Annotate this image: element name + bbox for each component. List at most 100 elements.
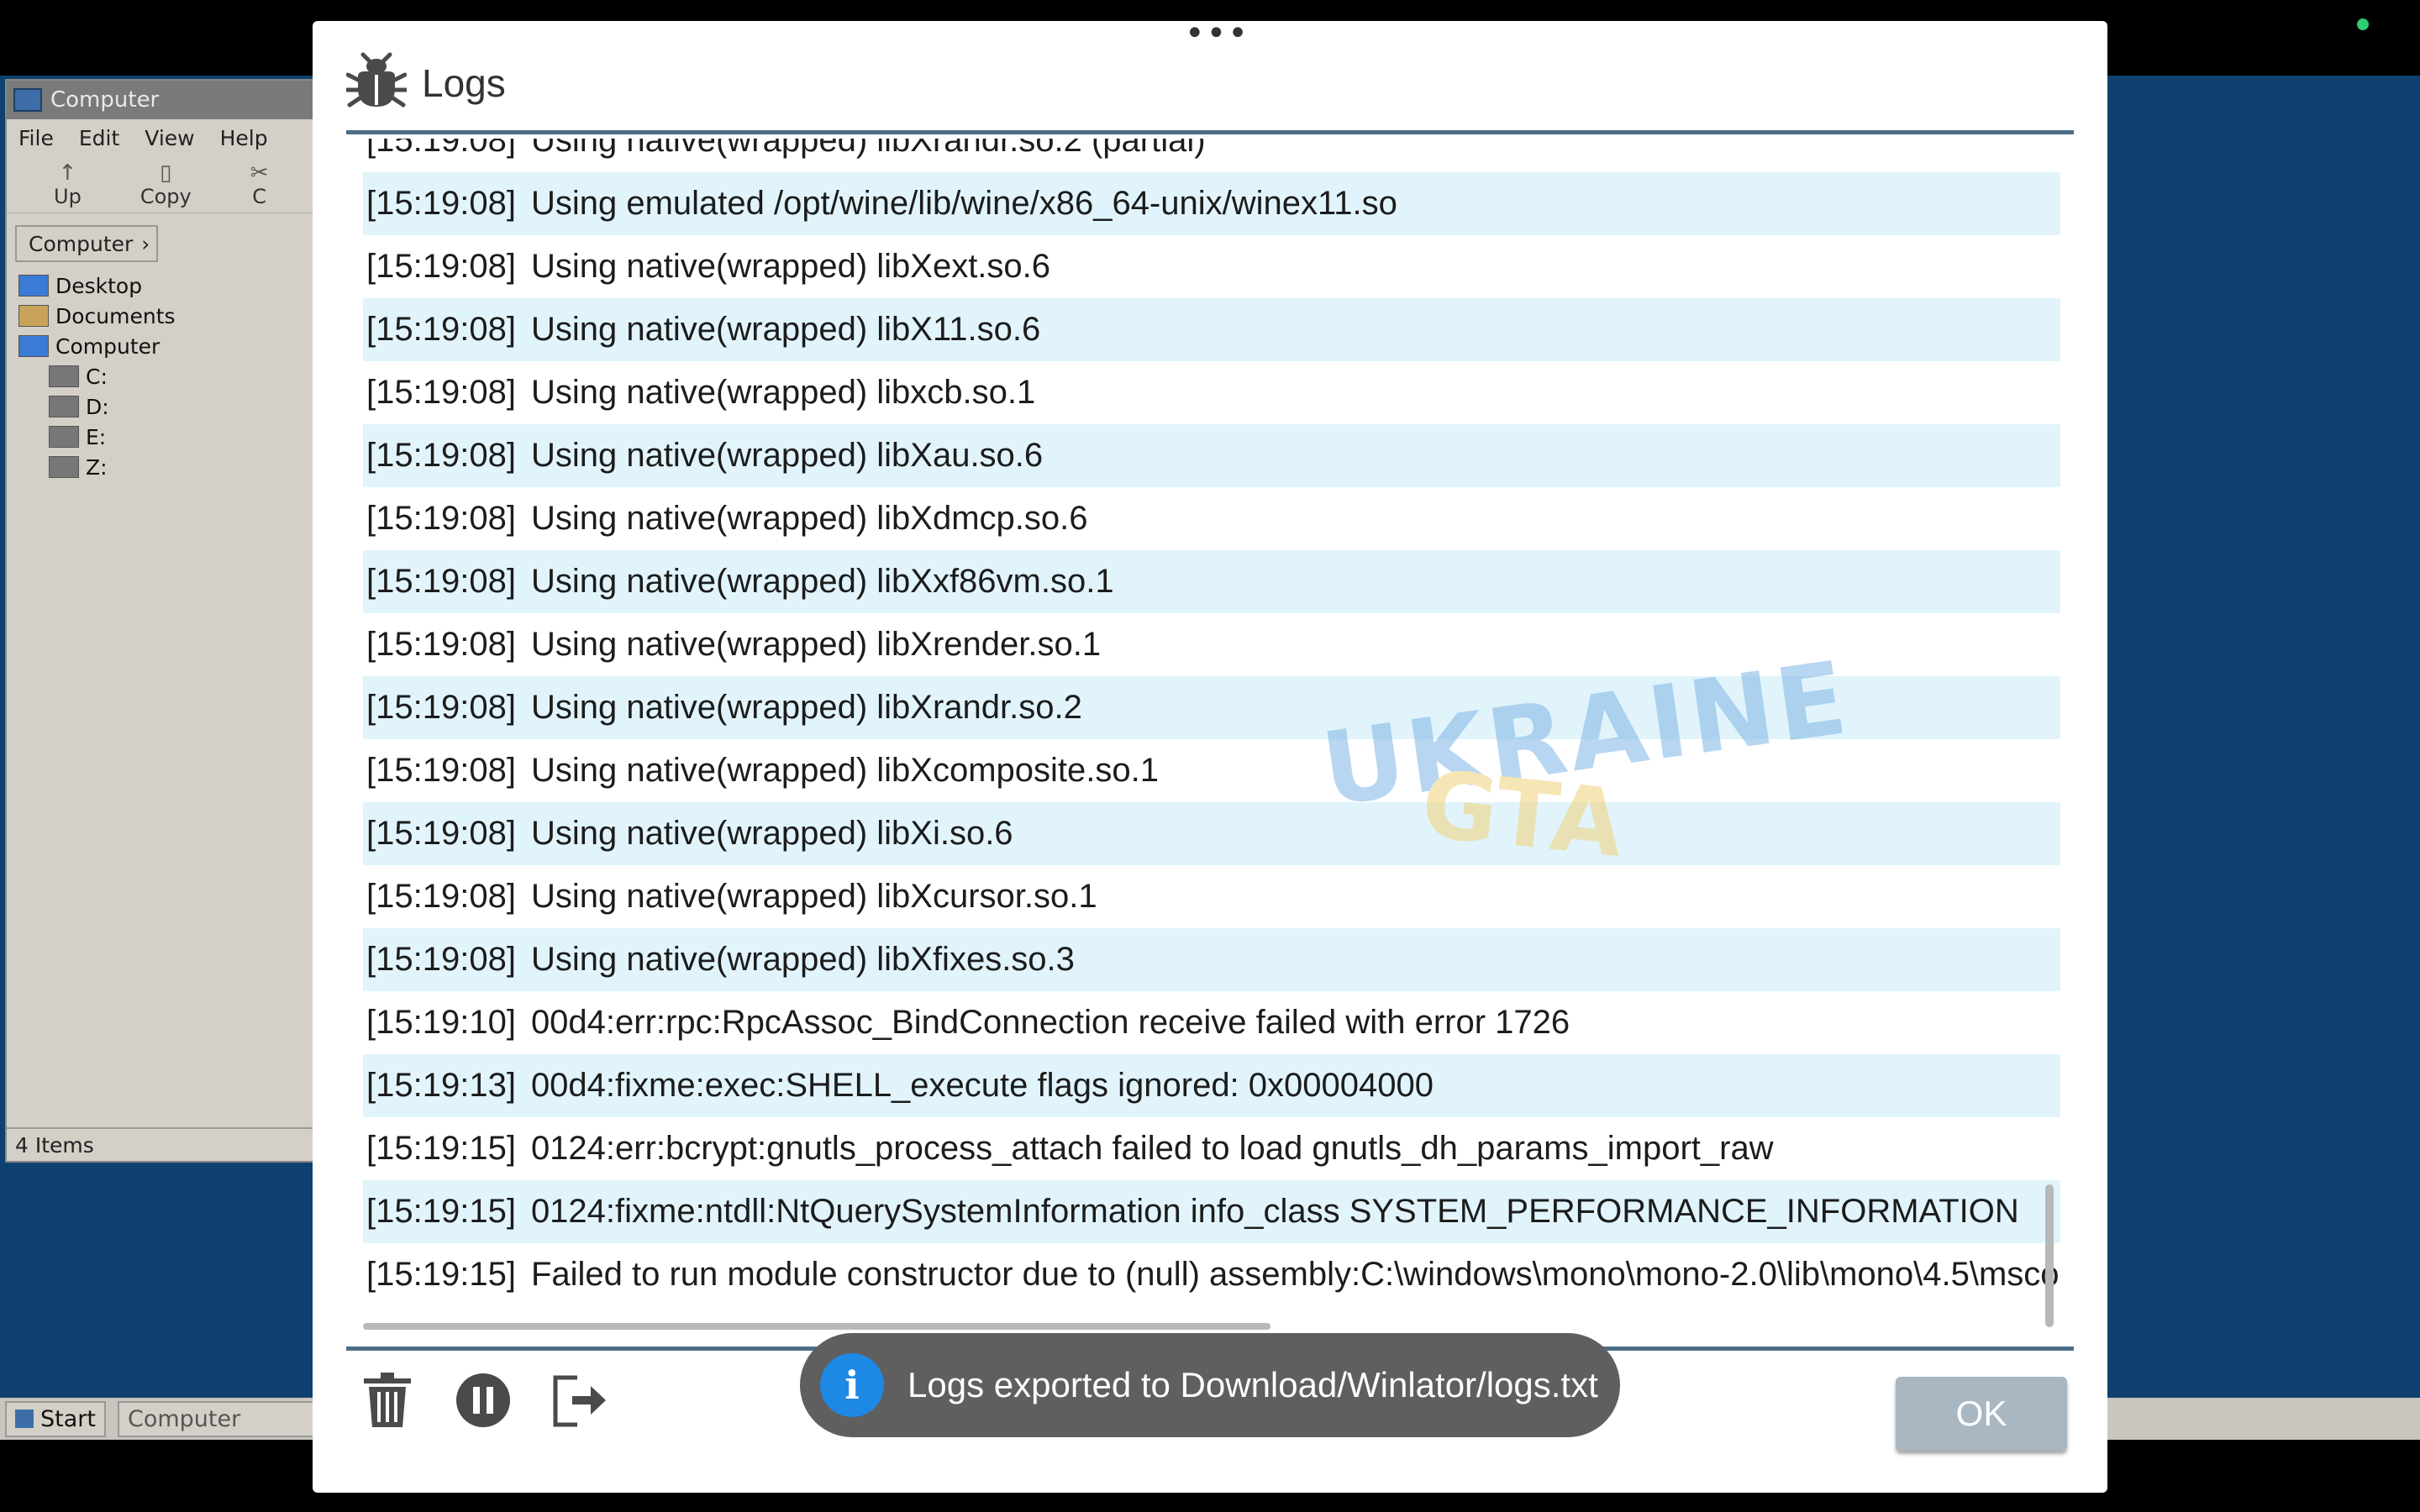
log-timestamp: [15:19:08] — [366, 563, 516, 600]
pause-logs-button[interactable] — [455, 1373, 512, 1431]
log-message: Using native(wrapped) libXau.so.6 — [530, 437, 1044, 474]
trash-icon — [362, 1372, 413, 1432]
explorer-menubar: File Edit View Help — [7, 119, 339, 156]
log-message: Using native(wrapped) libXrandr.so.2 — [530, 689, 1082, 726]
cut-label: C — [252, 184, 266, 208]
tree-item-drive-d[interactable]: D: — [18, 391, 339, 422]
footer-actions — [359, 1373, 608, 1431]
log-list-viewport[interactable]: [15:19:08] Using native(wrapped) libXrand… — [363, 139, 2060, 1331]
menu-file[interactable]: File — [18, 126, 54, 150]
log-message: Using native(wrapped) libXrandr.so.2 (pa… — [530, 139, 1206, 159]
log-timestamp: [15:19:08] — [366, 689, 516, 726]
log-timestamp: [15:19:08] — [366, 139, 516, 159]
arrow-up-icon: ↑ — [58, 160, 77, 186]
start-label: Start — [40, 1405, 96, 1432]
log-message: Using emulated /opt/wine/lib/wine/x86_64… — [530, 185, 1397, 222]
log-message: Using native(wrapped) libXxf86vm.so.1 — [530, 563, 1114, 600]
tree-item-desktop[interactable]: Desktop — [18, 270, 339, 301]
export-icon — [550, 1373, 608, 1431]
tree-item-label: Computer — [55, 333, 160, 359]
dialog-title: Logs — [422, 61, 506, 105]
menu-edit[interactable]: Edit — [79, 126, 119, 150]
dialog-header: Logs — [344, 51, 506, 115]
tree-item-drive-c[interactable]: C: — [18, 361, 339, 391]
tree-item-drive-e[interactable]: E: — [18, 422, 339, 452]
desktop-background-right — [2101, 76, 2420, 756]
menu-help[interactable]: Help — [220, 126, 268, 150]
log-timestamp: [15:19:10] — [366, 1004, 516, 1041]
log-list: [15:19:08] Using native(wrapped) libXrand… — [363, 139, 2060, 1306]
toast-message: Logs exported to Download/Winlator/logs.… — [908, 1365, 1598, 1404]
log-message: 0124:err:bcrypt:gnutls_process_attach fa… — [530, 1130, 1774, 1167]
log-row: [15:19:08] Using native(wrapped) libXext.… — [363, 235, 2060, 298]
log-message: 00d4:err:rpc:RpcAssoc_BindConnection rec… — [530, 1004, 1570, 1041]
log-message: 00d4:fixme:exec:SHELL_execute flags igno… — [530, 1067, 1434, 1104]
log-row: [15:19:08] Using native(wrapped) libXrand… — [363, 139, 2060, 172]
explorer-statusbar: 4 Items — [7, 1127, 339, 1161]
log-timestamp: [15:19:08] — [366, 374, 516, 411]
log-row: [15:19:08] Using native(wrapped) libxcb.s… — [363, 361, 2060, 424]
export-logs-button[interactable] — [550, 1373, 608, 1431]
tree-item-label: Z: — [86, 454, 108, 480]
chevron-right-icon[interactable]: › — [141, 232, 150, 256]
log-row: [15:19:15] 0124:fixme:ntdll:NtQuerySystem… — [363, 1180, 2060, 1243]
log-row: [15:19:08] Using native(wrapped) libXrand… — [363, 676, 2060, 739]
horizontal-scrollbar[interactable] — [363, 1323, 1270, 1330]
logs-dialog: ••• Logs [15:19:08] Using native(wrapped)… — [313, 17, 2107, 1493]
screen: Computer File Edit View Help ↑ Up ▯ Copy… — [0, 0, 2420, 1512]
log-timestamp: [15:19:08] — [366, 626, 516, 663]
log-row: [15:19:08] Using native(wrapped) libXfixe… — [363, 928, 2060, 991]
log-row: [15:19:15] 0124:err:bcrypt:gnutls_process… — [363, 1117, 2060, 1180]
menu-view[interactable]: View — [145, 126, 194, 150]
log-timestamp: [15:19:13] — [366, 1067, 516, 1104]
log-timestamp: [15:19:08] — [366, 185, 516, 222]
item-count: 4 Items — [15, 1132, 94, 1158]
log-message: Using native(wrapped) libxcb.so.1 — [530, 374, 1036, 411]
cut-icon: ✂ — [250, 160, 269, 186]
log-row: [15:19:13] 00d4:fixme:exec:SHELL_execute … — [363, 1054, 2060, 1117]
explorer-toolbar: ↑ Up ▯ Copy ✂ C — [7, 156, 339, 213]
tree-item-drive-z[interactable]: Z: — [18, 452, 339, 482]
explorer-titlebar[interactable]: Computer — [7, 81, 339, 119]
log-row: [15:19:08] Using native(wrapped) libXxf86… — [363, 550, 2060, 613]
log-message: Using native(wrapped) libXrender.so.1 — [530, 626, 1102, 663]
drag-handle[interactable]: ••• — [1185, 17, 1249, 50]
explorer-window: Computer File Edit View Help ↑ Up ▯ Copy… — [5, 79, 341, 1163]
tree-item-label: Desktop — [55, 273, 143, 298]
vertical-scrollbar[interactable] — [2045, 1184, 2054, 1327]
copy-button[interactable]: ▯ Copy — [140, 161, 192, 208]
ok-button[interactable]: OK — [1896, 1377, 2067, 1451]
log-row: [15:19:15] Failed to run module construct… — [363, 1243, 2060, 1306]
log-message: Using native(wrapped) libXcomposite.so.1 — [530, 752, 1159, 789]
log-message: Failed to run module constructor due to … — [530, 1256, 2060, 1293]
folder-tree: Desktop Documents Computer C: D: E: Z: — [7, 270, 339, 482]
status-indicator-dot — [2357, 18, 2369, 30]
log-row: [15:19:08] Using native(wrapped) libXi.so… — [363, 802, 2060, 865]
computer-icon — [18, 335, 49, 357]
log-row: [15:19:08] Using native(wrapped) libXrend… — [363, 613, 2060, 676]
start-button[interactable]: Start — [5, 1400, 106, 1437]
tree-item-computer[interactable]: Computer — [18, 331, 339, 361]
tree-item-label: D: — [86, 394, 109, 419]
header-divider — [346, 130, 2074, 134]
address-bar[interactable]: Computer › — [15, 225, 158, 262]
taskbar-item-computer[interactable]: Computer — [117, 1400, 319, 1437]
clear-logs-button[interactable] — [359, 1373, 416, 1431]
desktop-icon — [18, 275, 49, 297]
log-timestamp: [15:19:15] — [366, 1256, 516, 1293]
toast-notification: i Logs exported to Download/Winlator/log… — [800, 1333, 1620, 1437]
log-timestamp: [15:19:15] — [366, 1193, 516, 1230]
cut-button[interactable]: ✂ C — [250, 161, 269, 208]
log-timestamp: [15:19:15] — [366, 1130, 516, 1167]
up-button[interactable]: ↑ Up — [54, 161, 82, 208]
log-message: Using native(wrapped) libXfixes.so.3 — [530, 941, 1075, 978]
log-message: Using native(wrapped) libXi.so.6 — [530, 815, 1013, 852]
drive-icon — [49, 426, 79, 448]
log-timestamp: [15:19:08] — [366, 437, 516, 474]
tree-item-documents[interactable]: Documents — [18, 301, 339, 331]
log-timestamp: [15:19:08] — [366, 248, 516, 285]
copy-label: Copy — [139, 184, 192, 208]
log-row: [15:19:08] Using emulated /opt/wine/lib/w… — [363, 172, 2060, 235]
explorer-title: Computer — [50, 87, 160, 113]
log-row: [15:19:08] Using native(wrapped) libXdmcp… — [363, 487, 2060, 550]
